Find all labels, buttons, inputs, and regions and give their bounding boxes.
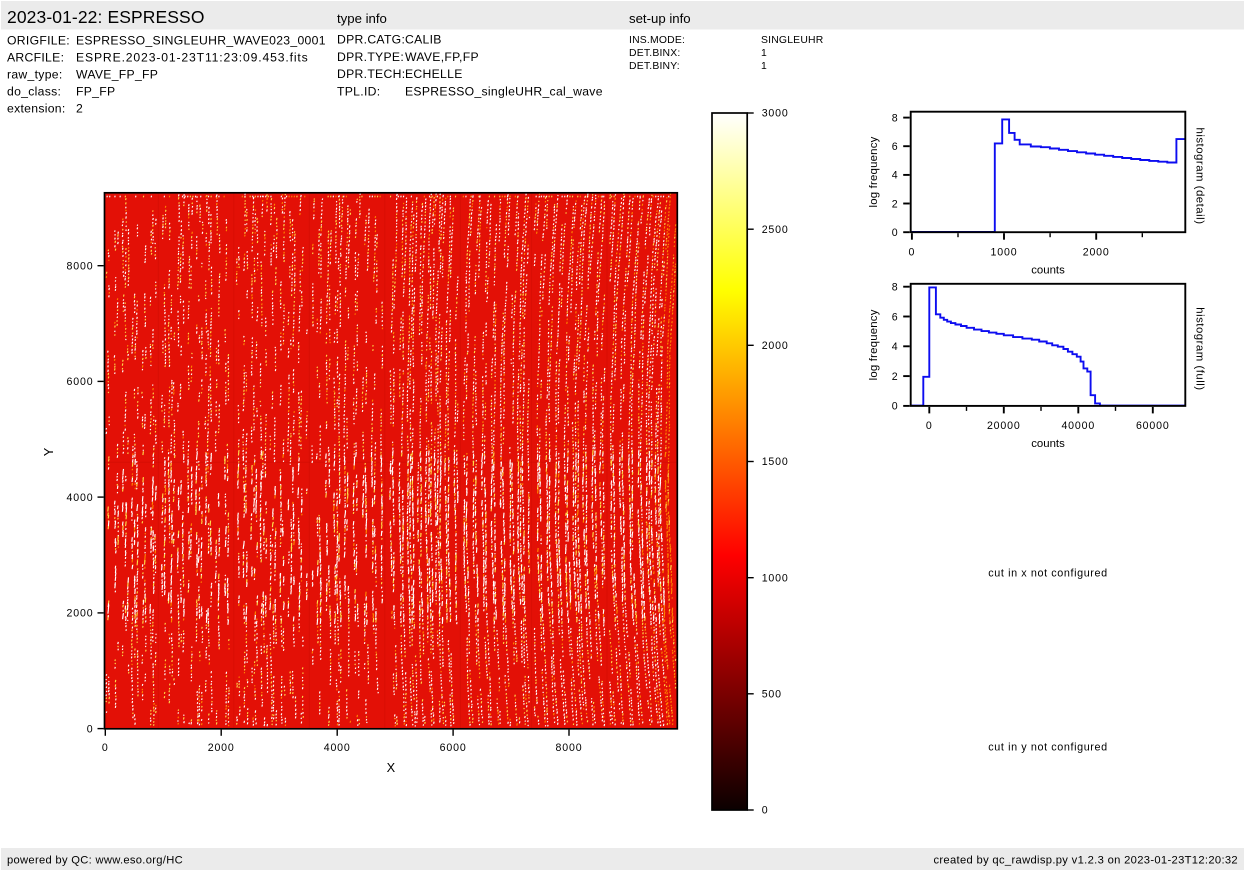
svg-text:FP_FP: FP_FP (76, 85, 115, 99)
svg-text:0: 0 (926, 420, 933, 432)
svg-text:2000: 2000 (1083, 247, 1110, 259)
svg-text:histogram (full): histogram (full) (1194, 307, 1206, 390)
svg-text:INS.MODE:: INS.MODE: (629, 35, 685, 46)
svg-text:500: 500 (762, 689, 782, 701)
svg-text:type info: type info (337, 11, 387, 26)
svg-text:6000: 6000 (440, 742, 467, 754)
svg-text:created by qc_rawdisp.py v1.2.: created by qc_rawdisp.py v1.2.3 on 2023-… (933, 855, 1238, 867)
svg-text:1: 1 (761, 48, 767, 59)
svg-text:counts: counts (1031, 438, 1065, 450)
svg-text:2000: 2000 (762, 340, 789, 352)
svg-text:4000: 4000 (67, 492, 94, 504)
svg-text:2000: 2000 (208, 742, 235, 754)
svg-text:1: 1 (761, 61, 767, 72)
svg-text:40000: 40000 (1061, 420, 1095, 432)
svg-text:6: 6 (892, 311, 898, 323)
svg-text:2: 2 (892, 198, 898, 210)
svg-text:WAVE,FP,FP: WAVE,FP,FP (405, 50, 479, 64)
svg-text:X: X (387, 760, 396, 775)
svg-text:0: 0 (892, 227, 898, 239)
svg-text:cut in x not configured: cut in x not configured (988, 568, 1107, 580)
svg-text:6: 6 (892, 141, 898, 153)
svg-text:2023-01-22: ESPRESSO: 2023-01-22: ESPRESSO (7, 7, 205, 27)
svg-text:ECHELLE: ECHELLE (405, 67, 463, 81)
svg-text:1000: 1000 (762, 572, 789, 584)
svg-text:4: 4 (892, 170, 898, 182)
svg-text:TPL.ID:: TPL.ID: (337, 84, 380, 98)
svg-text:0: 0 (762, 805, 769, 817)
svg-text:ESPRESSO_singleUHR_cal_wave: ESPRESSO_singleUHR_cal_wave (405, 84, 603, 98)
svg-text:raw_type:: raw_type: (7, 68, 63, 82)
svg-text:2500: 2500 (762, 224, 789, 236)
svg-text:0: 0 (892, 401, 898, 413)
svg-text:WAVE_FP_FP: WAVE_FP_FP (76, 68, 158, 82)
svg-text:DPR.TYPE:: DPR.TYPE: (337, 50, 404, 64)
svg-text:DET.BINX:: DET.BINX: (629, 48, 680, 59)
svg-text:1000: 1000 (991, 247, 1018, 259)
svg-text:8000: 8000 (67, 260, 94, 272)
svg-text:1500: 1500 (762, 456, 789, 468)
svg-text:log frequency: log frequency (868, 136, 880, 207)
svg-text:ORIGFILE:: ORIGFILE: (7, 34, 70, 48)
svg-text:0: 0 (909, 247, 916, 259)
svg-text:4000: 4000 (324, 742, 351, 754)
svg-text:cut in y not configured: cut in y not configured (988, 742, 1107, 754)
svg-text:4: 4 (892, 341, 898, 353)
svg-text:counts: counts (1031, 265, 1065, 277)
svg-text:2: 2 (76, 102, 83, 116)
svg-text:do_class:: do_class: (7, 85, 61, 99)
svg-text:8: 8 (892, 282, 898, 294)
svg-text:ESPRE.2023-01-23T11:23:09.453.: ESPRE.2023-01-23T11:23:09.453.fits (76, 51, 309, 65)
svg-text:2000: 2000 (67, 608, 94, 620)
svg-text:8: 8 (892, 112, 898, 124)
svg-text:DPR.CATG:: DPR.CATG: (337, 33, 405, 47)
svg-text:8000: 8000 (556, 742, 583, 754)
svg-text:log frequency: log frequency (868, 309, 880, 380)
svg-text:DPR.TECH:: DPR.TECH: (337, 67, 405, 81)
svg-text:6000: 6000 (67, 376, 94, 388)
svg-text:2: 2 (892, 371, 898, 383)
svg-text:0: 0 (87, 723, 94, 735)
svg-text:extension:: extension: (7, 102, 66, 116)
svg-text:60000: 60000 (1136, 420, 1170, 432)
svg-text:histogram (detail): histogram (detail) (1194, 128, 1206, 225)
svg-text:DET.BINY:: DET.BINY: (629, 61, 680, 72)
svg-text:3000: 3000 (762, 108, 789, 120)
svg-text:SINGLEUHR: SINGLEUHR (761, 35, 824, 46)
svg-text:Y: Y (41, 447, 56, 456)
svg-text:ESPRESSO_SINGLEUHR_WAVE023_000: ESPRESSO_SINGLEUHR_WAVE023_0001 (76, 34, 326, 48)
svg-text:0: 0 (102, 742, 109, 754)
svg-text:CALIB: CALIB (405, 33, 442, 47)
svg-text:powered by QC: www.eso.org/HC: powered by QC: www.eso.org/HC (7, 855, 183, 867)
svg-text:20000: 20000 (987, 420, 1021, 432)
svg-text:ARCFILE:: ARCFILE: (7, 51, 64, 65)
svg-text:set-up info: set-up info (629, 11, 691, 26)
